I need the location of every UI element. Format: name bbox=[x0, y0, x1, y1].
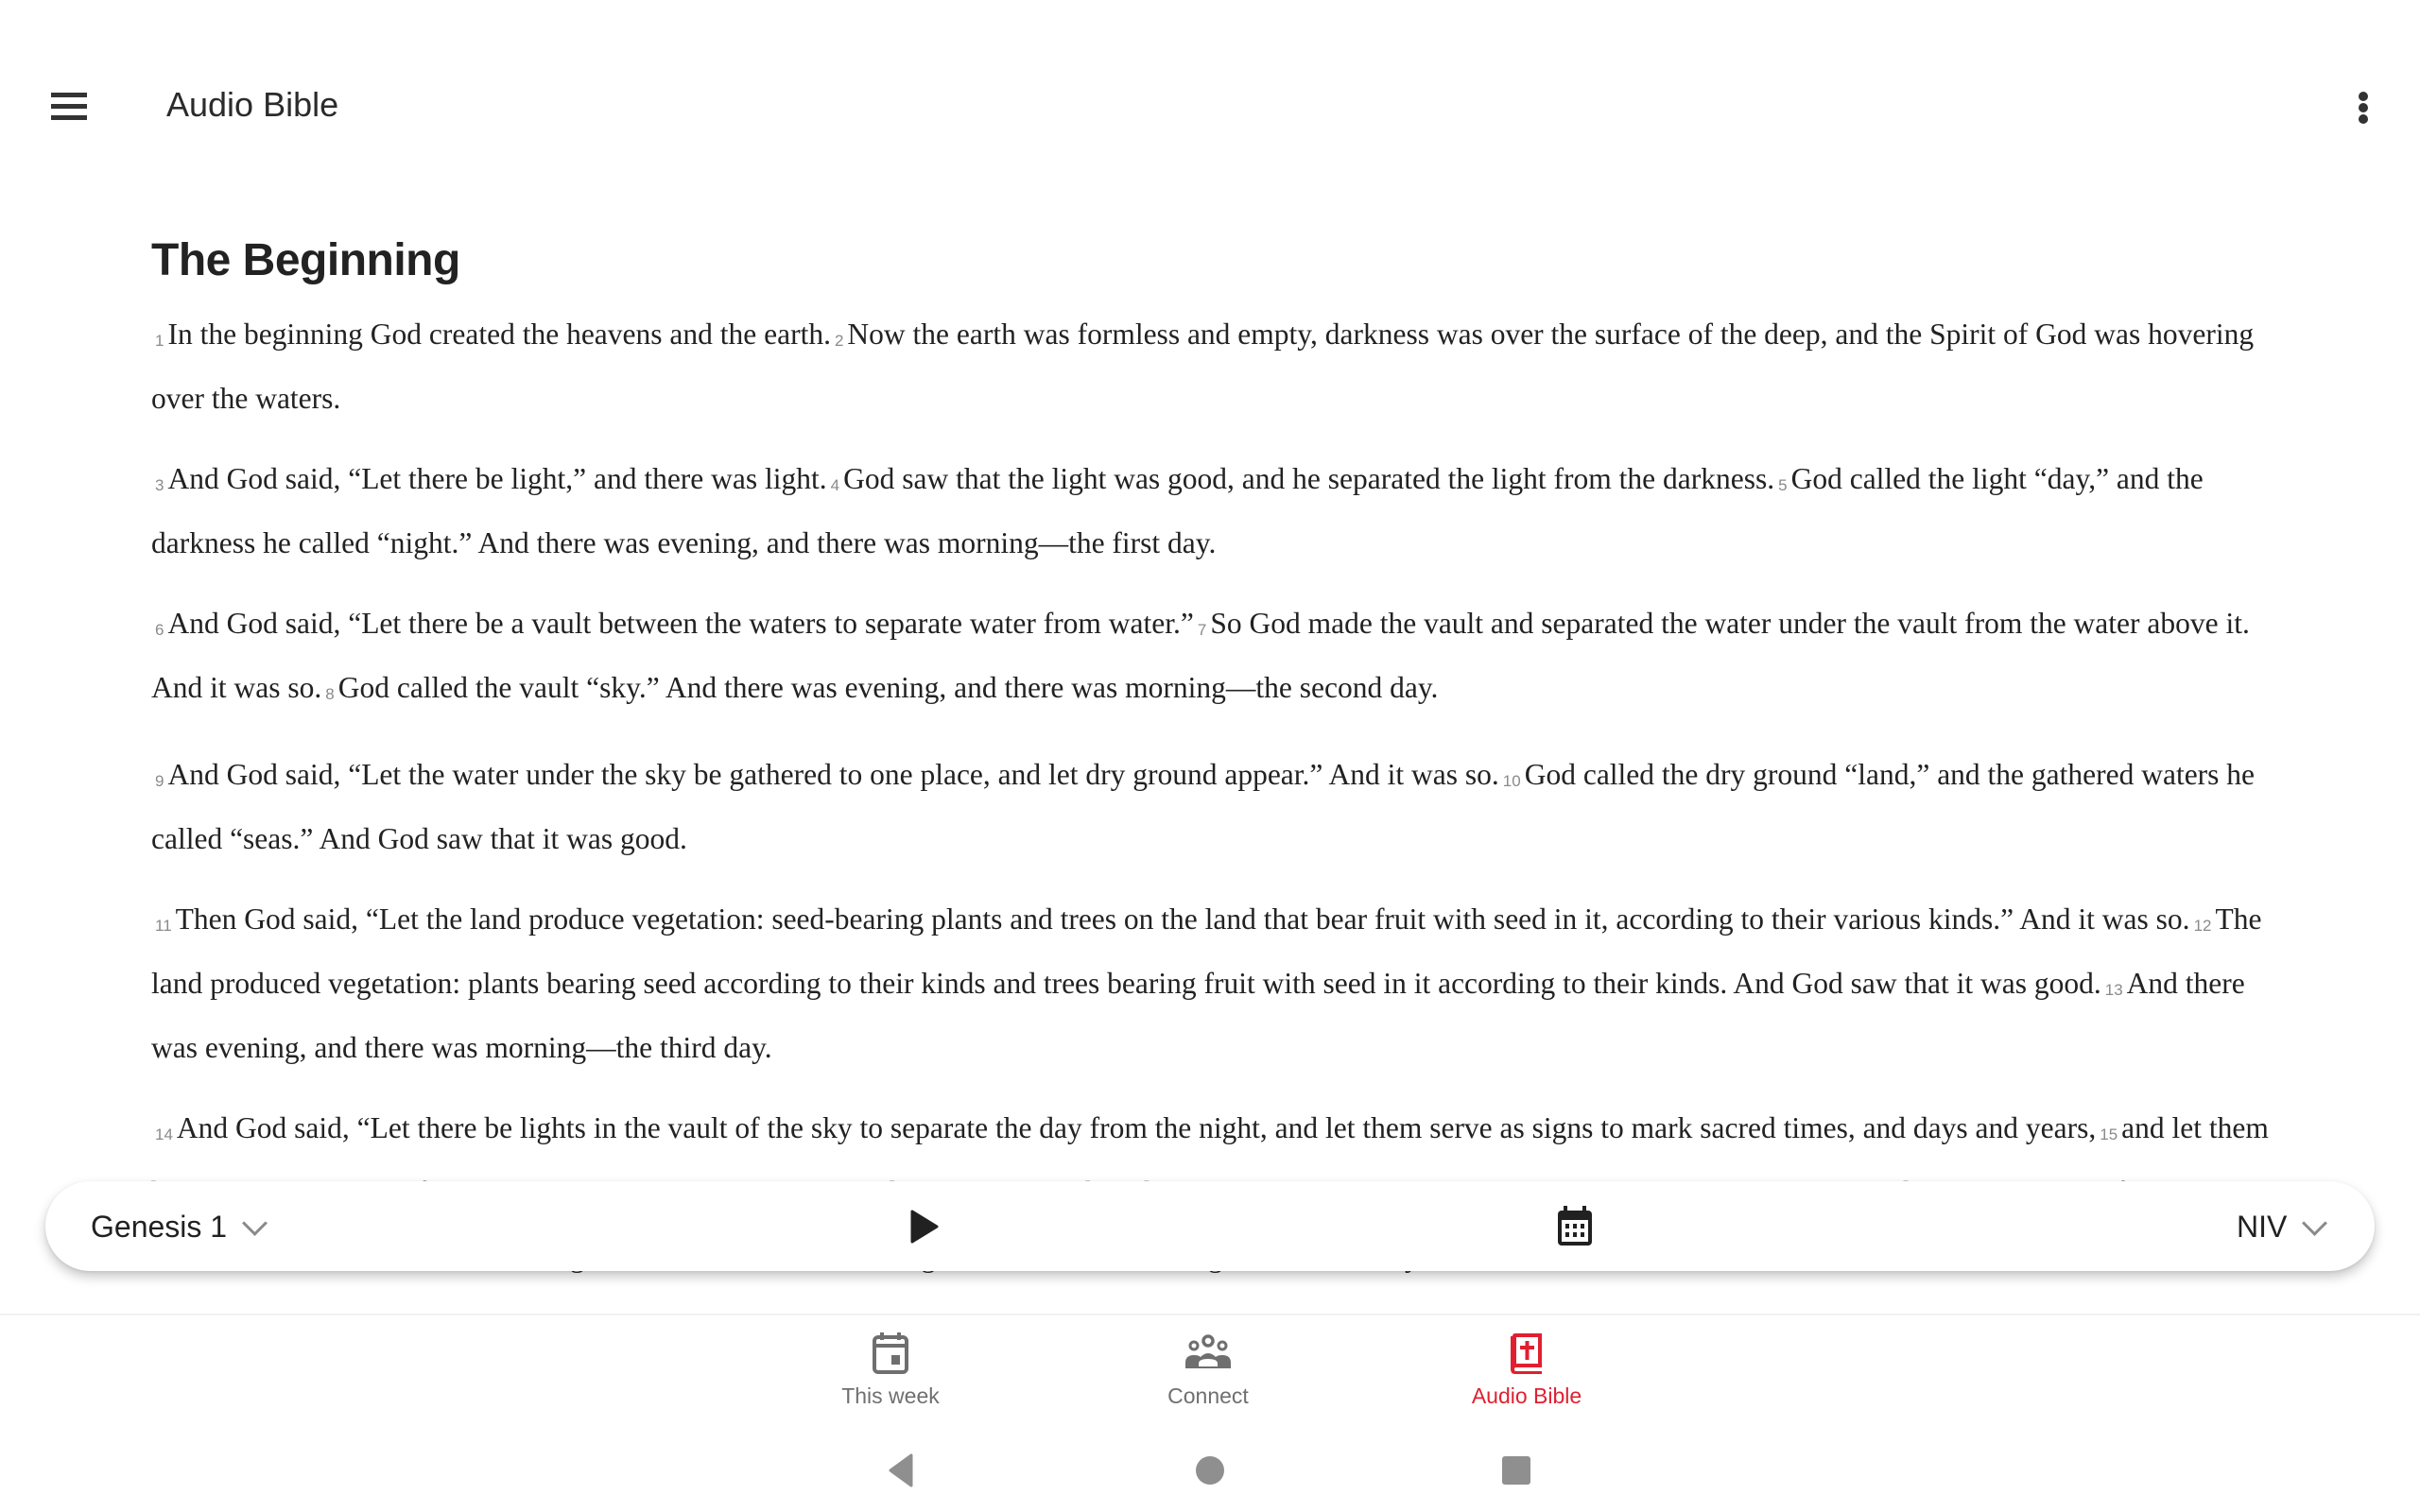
verse-number: 6 bbox=[155, 621, 164, 639]
verse-number: 14 bbox=[155, 1125, 173, 1143]
recents-icon bbox=[1502, 1456, 1530, 1485]
verse-number: 1 bbox=[155, 332, 164, 350]
groups-icon bbox=[1185, 1334, 1231, 1368]
verse-paragraphs: 1 In the beginning God created the heaven… bbox=[151, 305, 2278, 1292]
version-label: NIV bbox=[2237, 1209, 2288, 1244]
home-button[interactable] bbox=[1187, 1448, 1233, 1493]
verse-number: 12 bbox=[2193, 917, 2212, 935]
nav-label: This week bbox=[841, 1383, 940, 1408]
app-title: Audio Bible bbox=[166, 85, 339, 124]
nav-label: Audio Bible bbox=[1471, 1383, 1582, 1408]
verse-paragraph: 11 Then God said, “Let the land produce v… bbox=[151, 890, 2278, 1076]
recents-button[interactable] bbox=[1494, 1448, 1539, 1493]
chevron-down-icon bbox=[242, 1210, 268, 1236]
nav-this-week[interactable]: This week bbox=[777, 1329, 1004, 1423]
nav-connect[interactable]: Connect bbox=[1095, 1329, 1322, 1423]
verse-number: 2 bbox=[834, 332, 844, 350]
verse-text: And God said, “Let the water under the s… bbox=[167, 758, 1499, 791]
calendar-icon bbox=[1558, 1206, 1592, 1246]
nav-audio-bible[interactable]: Audio Bible bbox=[1413, 1329, 1640, 1423]
hamburger-menu-icon[interactable] bbox=[38, 77, 98, 134]
verse-text: And God said, “Let there be lights in th… bbox=[176, 1111, 2097, 1144]
version-selector[interactable]: NIV bbox=[2237, 1202, 2328, 1251]
play-icon bbox=[910, 1210, 939, 1244]
verse-number: 11 bbox=[155, 917, 172, 935]
verse-number: 7 bbox=[1197, 621, 1207, 639]
verse-paragraph: 3 And God said, “Let there be light,” and… bbox=[151, 450, 2278, 572]
verse-number: 10 bbox=[1502, 772, 1521, 790]
bible-icon bbox=[1511, 1333, 1542, 1374]
verse-number: 4 bbox=[830, 476, 840, 494]
verse-text: God called the vault “sky.” And there wa… bbox=[337, 671, 1439, 704]
verse-paragraph: 6 And God said, “Let there be a vault bet… bbox=[151, 594, 2278, 723]
section-heading: The Beginning bbox=[151, 235, 460, 285]
play-button[interactable] bbox=[896, 1202, 953, 1251]
home-icon bbox=[1196, 1456, 1224, 1485]
event-icon bbox=[873, 1332, 908, 1374]
verse-text: God saw that the light was good, and he … bbox=[843, 462, 1775, 495]
verse-number: 9 bbox=[155, 772, 164, 790]
book-chapter-selector[interactable]: Genesis 1 bbox=[91, 1202, 268, 1251]
more-vert-icon[interactable] bbox=[2335, 83, 2392, 130]
chapter-content[interactable]: The Beginning 1 In the beginning God crea… bbox=[151, 227, 2278, 1304]
verse-number: 3 bbox=[155, 476, 164, 494]
system-navigation-bar bbox=[0, 1427, 2420, 1512]
app-bar: Audio Bible bbox=[0, 0, 2420, 214]
verse-number: 5 bbox=[1778, 476, 1788, 494]
audio-player-bar: Genesis 1 NIV bbox=[45, 1181, 2375, 1271]
calendar-button[interactable] bbox=[1548, 1200, 1601, 1253]
verse-number: 15 bbox=[2100, 1125, 2118, 1143]
verse-number: 8 bbox=[325, 685, 335, 703]
verse-paragraph: 9 And God said, “Let the water under the … bbox=[151, 746, 2278, 868]
verse-number: 13 bbox=[2104, 981, 2123, 999]
bottom-navigation: This week Connect Audio Bible bbox=[0, 1315, 2420, 1427]
verse-text: Then God said, “Let the land produce veg… bbox=[175, 902, 2190, 936]
verse-text: And God said, “Let there be light,” and … bbox=[167, 462, 827, 495]
verse-text: And God said, “Let there be a vault betw… bbox=[167, 607, 1194, 640]
nav-label: Connect bbox=[1167, 1383, 1249, 1408]
verse-paragraph: 1 In the beginning God created the heaven… bbox=[151, 305, 2278, 427]
verse-text: In the beginning God created the heavens… bbox=[167, 318, 831, 351]
back-button[interactable] bbox=[879, 1448, 925, 1493]
back-icon bbox=[889, 1453, 913, 1487]
chevron-down-icon bbox=[2302, 1210, 2328, 1236]
book-chapter-label: Genesis 1 bbox=[91, 1209, 228, 1244]
